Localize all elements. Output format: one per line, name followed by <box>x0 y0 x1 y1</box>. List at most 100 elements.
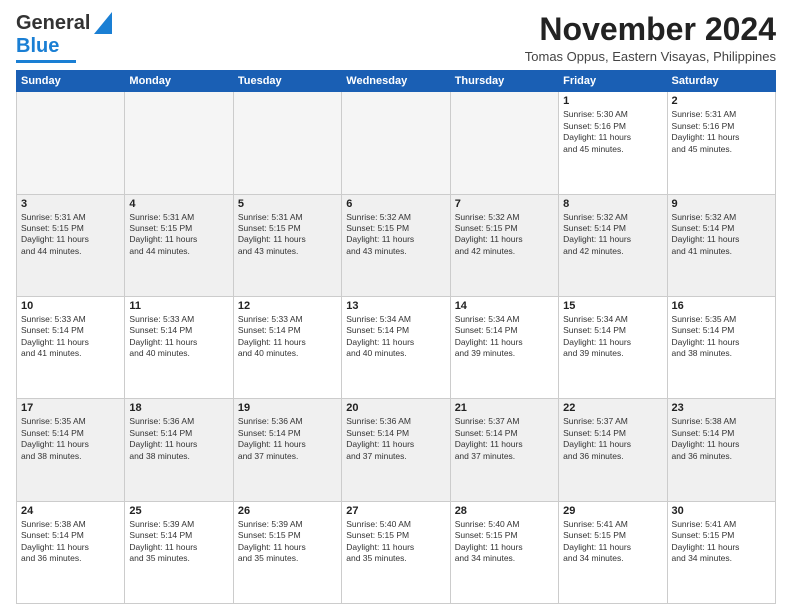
week-row-5: 24 Sunrise: 5:38 AM Sunset: 5:14 PM Dayli… <box>17 501 776 603</box>
day-info: Sunrise: 5:36 AM Sunset: 5:14 PM Dayligh… <box>238 416 337 462</box>
calendar-cell: 26Sunrise: 5:39 AM Sunset: 5:15 PM Dayli… <box>233 501 341 603</box>
day-number: 16 <box>672 300 771 312</box>
calendar-cell: 13Sunrise: 5:34 AM Sunset: 5:14 PM Dayli… <box>342 296 450 398</box>
day-header-tuesday: Tuesday <box>233 71 341 92</box>
day-number: 15 <box>563 300 662 312</box>
day-info: Sunrise: 5:35 AM Sunset: 5:14 PM Dayligh… <box>672 314 771 360</box>
calendar-cell <box>342 92 450 194</box>
calendar-cell: 19 Sunrise: 5:36 AM Sunset: 5:14 PM Dayli… <box>233 399 341 501</box>
day-info: Sunrise: 5:31 AM Sunset: 5:15 PM Dayligh… <box>238 212 337 258</box>
calendar-cell: 22 Sunrise: 5:37 AM Sunset: 5:14 PM Dayli… <box>559 399 667 501</box>
day-header-monday: Monday <box>125 71 233 92</box>
day-number: 23 <box>672 402 771 414</box>
calendar-cell: 6 Sunrise: 5:32 AM Sunset: 5:15 PM Daylig… <box>342 194 450 296</box>
day-info: Sunrise: 5:37 AM Sunset: 5:14 PM Dayligh… <box>455 416 554 462</box>
calendar-cell: 24 Sunrise: 5:38 AM Sunset: 5:14 PM Dayli… <box>17 501 125 603</box>
day-number: 20 <box>346 402 445 414</box>
location: Tomas Oppus, Eastern Visayas, Philippine… <box>525 49 776 64</box>
calendar-cell: 29Sunrise: 5:41 AM Sunset: 5:15 PM Dayli… <box>559 501 667 603</box>
day-info: Sunrise: 5:34 AM Sunset: 5:14 PM Dayligh… <box>455 314 554 360</box>
week-row-2: 3Sunrise: 5:31 AM Sunset: 5:15 PM Daylig… <box>17 194 776 296</box>
day-number: 9 <box>672 198 771 210</box>
day-header-wednesday: Wednesday <box>342 71 450 92</box>
calendar-cell <box>450 92 558 194</box>
header: General Blue November 2024 Tomas Oppus, … <box>16 12 776 64</box>
day-number: 17 <box>21 402 120 414</box>
calendar-table: SundayMondayTuesdayWednesdayThursdayFrid… <box>16 70 776 604</box>
day-header-thursday: Thursday <box>450 71 558 92</box>
title-block: November 2024 Tomas Oppus, Eastern Visay… <box>525 12 776 64</box>
day-info: Sunrise: 5:32 AM Sunset: 5:14 PM Dayligh… <box>672 212 771 258</box>
day-number: 21 <box>455 402 554 414</box>
day-number: 22 <box>563 402 662 414</box>
week-row-3: 10 Sunrise: 5:33 AM Sunset: 5:14 PM Dayli… <box>17 296 776 398</box>
day-info: Sunrise: 5:38 AM Sunset: 5:14 PM Dayligh… <box>672 416 771 462</box>
calendar-cell: 11 Sunrise: 5:33 AM Sunset: 5:14 PM Dayli… <box>125 296 233 398</box>
day-header-saturday: Saturday <box>667 71 775 92</box>
logo-icon <box>94 12 112 34</box>
day-info: Sunrise: 5:31 AM Sunset: 5:15 PM Dayligh… <box>129 212 228 258</box>
logo-underline <box>16 60 76 63</box>
day-number: 12 <box>238 300 337 312</box>
calendar-cell: 3Sunrise: 5:31 AM Sunset: 5:15 PM Daylig… <box>17 194 125 296</box>
calendar-cell: 9 Sunrise: 5:32 AM Sunset: 5:14 PM Daylig… <box>667 194 775 296</box>
calendar-cell: 4 Sunrise: 5:31 AM Sunset: 5:15 PM Daylig… <box>125 194 233 296</box>
day-number: 26 <box>238 505 337 517</box>
day-header-sunday: Sunday <box>17 71 125 92</box>
day-info: Sunrise: 5:37 AM Sunset: 5:14 PM Dayligh… <box>563 416 662 462</box>
day-info: Sunrise: 5:41 AM Sunset: 5:15 PM Dayligh… <box>672 519 771 565</box>
logo: General Blue <box>16 12 112 63</box>
calendar-cell <box>125 92 233 194</box>
calendar-cell: 14 Sunrise: 5:34 AM Sunset: 5:14 PM Dayli… <box>450 296 558 398</box>
day-info: Sunrise: 5:36 AM Sunset: 5:14 PM Dayligh… <box>346 416 445 462</box>
day-number: 28 <box>455 505 554 517</box>
day-info: Sunrise: 5:40 AM Sunset: 5:15 PM Dayligh… <box>455 519 554 565</box>
day-info: Sunrise: 5:32 AM Sunset: 5:15 PM Dayligh… <box>455 212 554 258</box>
day-number: 24 <box>21 505 120 517</box>
calendar-cell: 8Sunrise: 5:32 AM Sunset: 5:14 PM Daylig… <box>559 194 667 296</box>
calendar-cell <box>233 92 341 194</box>
calendar-cell: 12 Sunrise: 5:33 AM Sunset: 5:14 PM Dayli… <box>233 296 341 398</box>
day-number: 18 <box>129 402 228 414</box>
day-number: 4 <box>129 198 228 210</box>
page: General Blue November 2024 Tomas Oppus, … <box>0 0 792 612</box>
day-number: 1 <box>563 95 662 107</box>
day-number: 14 <box>455 300 554 312</box>
logo-blue: Blue <box>16 35 59 58</box>
day-info: Sunrise: 5:33 AM Sunset: 5:14 PM Dayligh… <box>238 314 337 360</box>
day-info: Sunrise: 5:33 AM Sunset: 5:14 PM Dayligh… <box>129 314 228 360</box>
day-header-friday: Friday <box>559 71 667 92</box>
day-info: Sunrise: 5:32 AM Sunset: 5:15 PM Dayligh… <box>346 212 445 258</box>
day-info: Sunrise: 5:30 AM Sunset: 5:16 PM Dayligh… <box>563 109 662 155</box>
day-number: 5 <box>238 198 337 210</box>
calendar-cell: 18 Sunrise: 5:36 AM Sunset: 5:14 PM Dayli… <box>125 399 233 501</box>
calendar-cell: 20 Sunrise: 5:36 AM Sunset: 5:14 PM Dayli… <box>342 399 450 501</box>
calendar-cell: 23 Sunrise: 5:38 AM Sunset: 5:14 PM Dayli… <box>667 399 775 501</box>
day-number: 2 <box>672 95 771 107</box>
calendar-cell: 15Sunrise: 5:34 AM Sunset: 5:14 PM Dayli… <box>559 296 667 398</box>
day-info: Sunrise: 5:40 AM Sunset: 5:15 PM Dayligh… <box>346 519 445 565</box>
calendar-cell: 28 Sunrise: 5:40 AM Sunset: 5:15 PM Dayli… <box>450 501 558 603</box>
day-info: Sunrise: 5:31 AM Sunset: 5:15 PM Dayligh… <box>21 212 120 258</box>
day-number: 25 <box>129 505 228 517</box>
day-info: Sunrise: 5:41 AM Sunset: 5:15 PM Dayligh… <box>563 519 662 565</box>
day-info: Sunrise: 5:34 AM Sunset: 5:14 PM Dayligh… <box>346 314 445 360</box>
calendar-cell: 21 Sunrise: 5:37 AM Sunset: 5:14 PM Dayli… <box>450 399 558 501</box>
day-number: 10 <box>21 300 120 312</box>
day-number: 11 <box>129 300 228 312</box>
day-info: Sunrise: 5:38 AM Sunset: 5:14 PM Dayligh… <box>21 519 120 565</box>
calendar-cell: 5 Sunrise: 5:31 AM Sunset: 5:15 PM Daylig… <box>233 194 341 296</box>
calendar-cell: 1 Sunrise: 5:30 AM Sunset: 5:16 PM Daylig… <box>559 92 667 194</box>
calendar-cell: 25Sunrise: 5:39 AM Sunset: 5:14 PM Dayli… <box>125 501 233 603</box>
logo-general: General <box>16 12 90 35</box>
week-row-4: 17Sunrise: 5:35 AM Sunset: 5:14 PM Dayli… <box>17 399 776 501</box>
day-number: 6 <box>346 198 445 210</box>
day-number: 19 <box>238 402 337 414</box>
day-number: 27 <box>346 505 445 517</box>
day-info: Sunrise: 5:36 AM Sunset: 5:14 PM Dayligh… <box>129 416 228 462</box>
calendar-cell: 16 Sunrise: 5:35 AM Sunset: 5:14 PM Dayli… <box>667 296 775 398</box>
day-number: 7 <box>455 198 554 210</box>
calendar-cell: 30Sunrise: 5:41 AM Sunset: 5:15 PM Dayli… <box>667 501 775 603</box>
calendar-cell: 17Sunrise: 5:35 AM Sunset: 5:14 PM Dayli… <box>17 399 125 501</box>
calendar-cell: 7 Sunrise: 5:32 AM Sunset: 5:15 PM Daylig… <box>450 194 558 296</box>
